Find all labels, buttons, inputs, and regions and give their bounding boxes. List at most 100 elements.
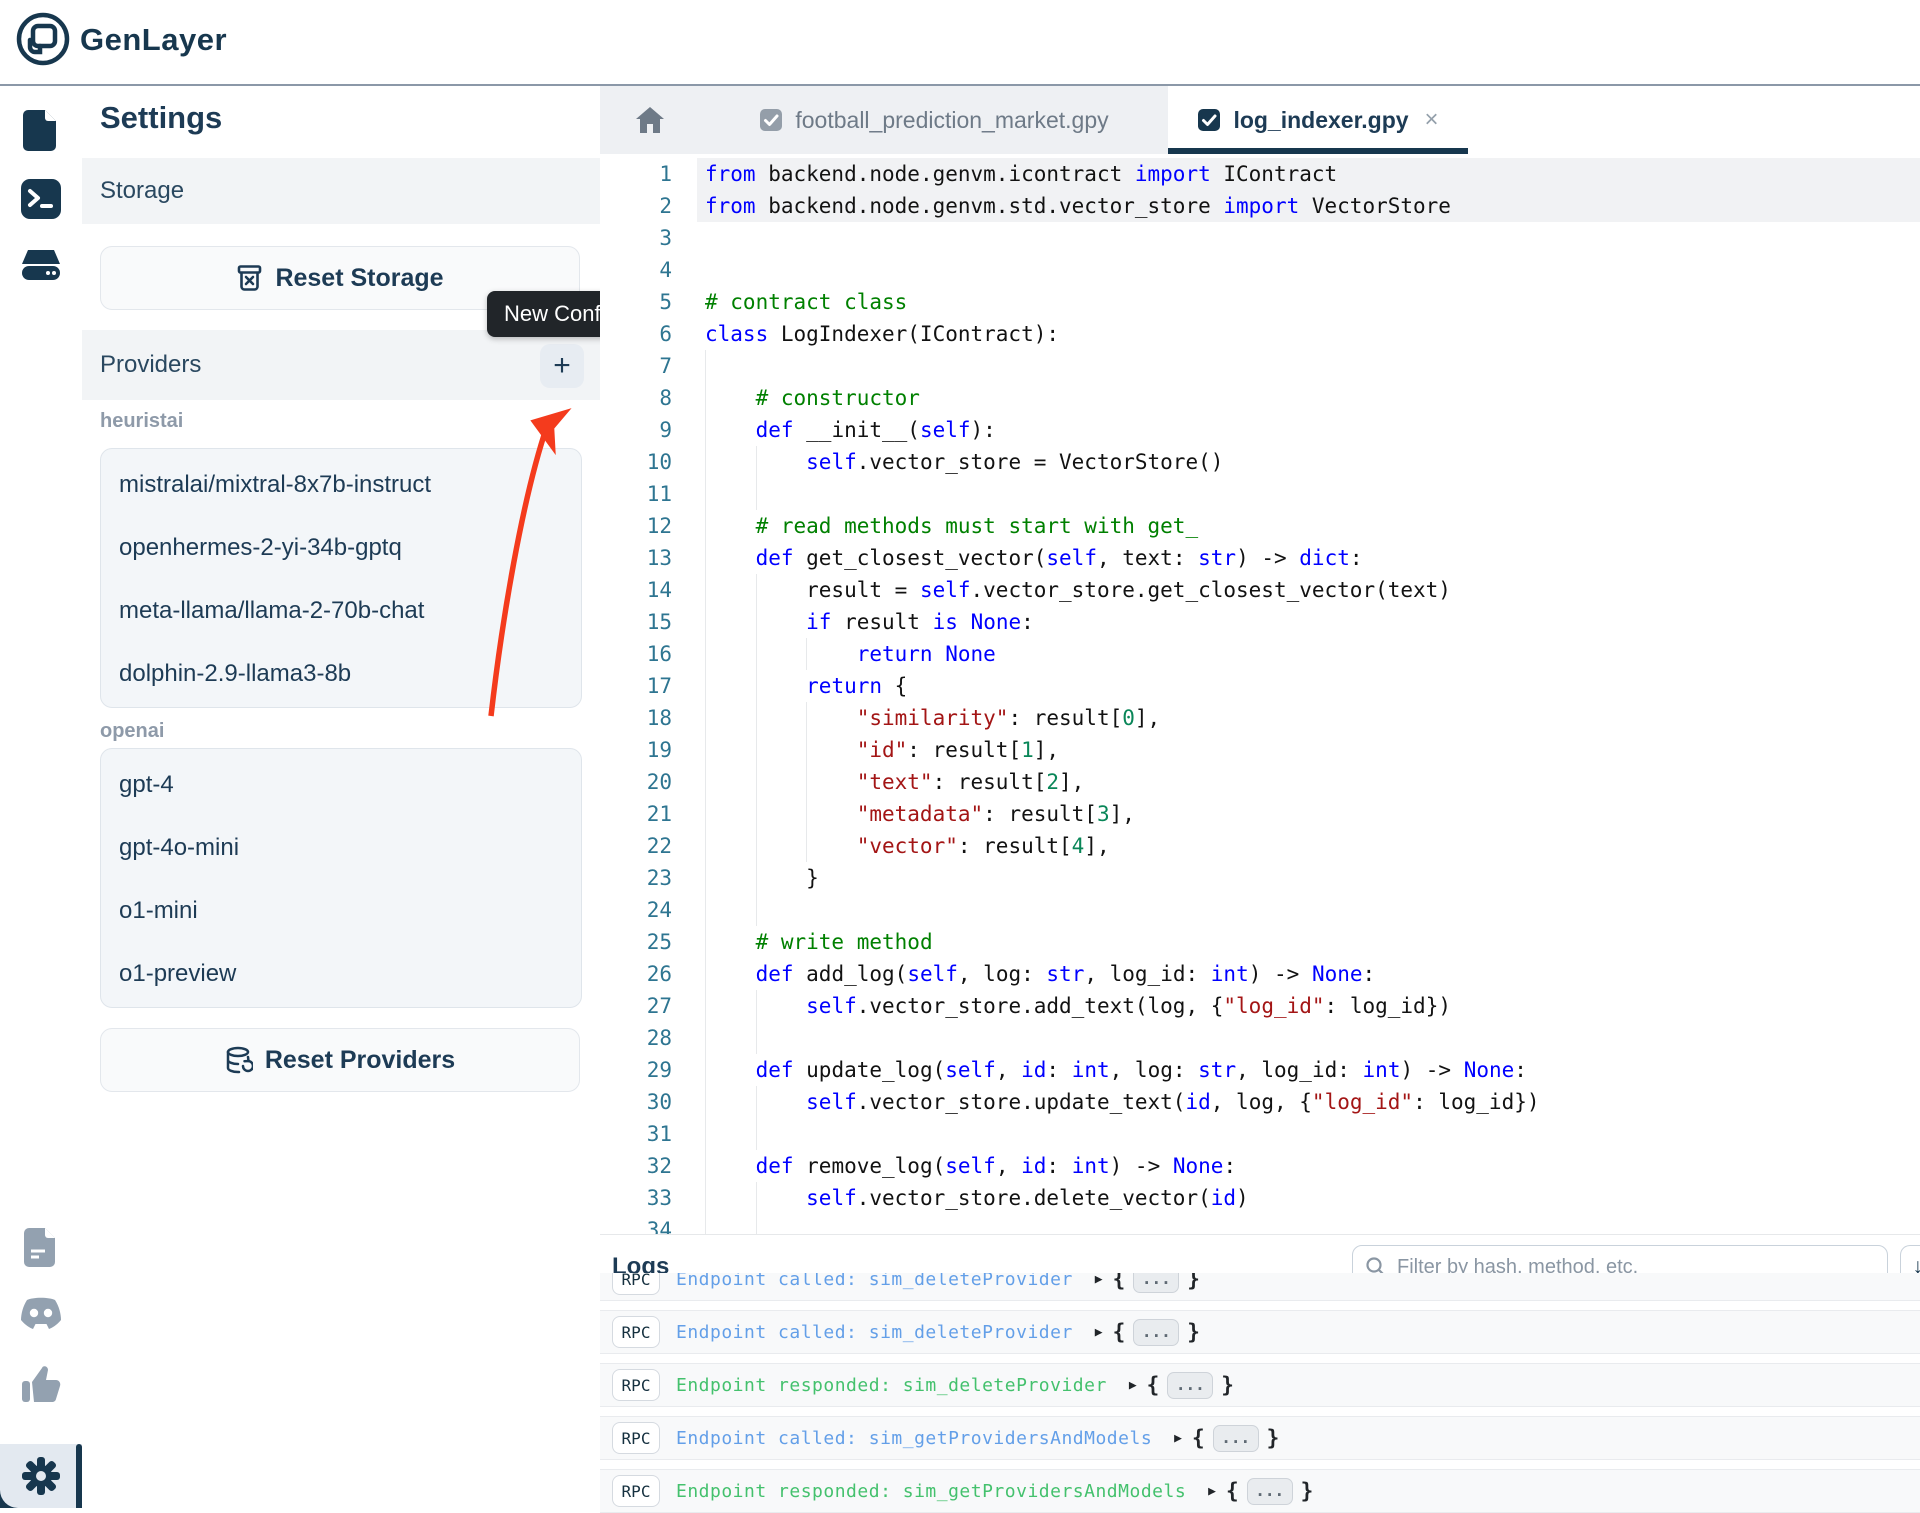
docs-icon[interactable]: [23, 1226, 59, 1268]
log-message: Endpoint called: sim_getProvidersAndMode…: [676, 1428, 1152, 1449]
code-line-5: 5# contract class: [600, 286, 1920, 318]
expand-json-ellipsis-button[interactable]: ...: [1167, 1372, 1213, 1399]
brand-title: GenLayer: [80, 22, 227, 58]
code-editor: football_prediction_market.gpy log_index…: [600, 86, 1920, 1234]
model-item-mistralai/mixtral-8x7b-instruct[interactable]: mistralai/mixtral-8x7b-instruct: [101, 453, 581, 516]
code-line-9: 9 def __init__(self):: [600, 414, 1920, 446]
model-item-gpt-4o-mini[interactable]: gpt-4o-mini: [101, 816, 581, 879]
code-line-10: 10 self.vector_store = VectorStore(): [600, 446, 1920, 478]
code-text: # write method: [705, 926, 933, 958]
line-number: 12: [600, 510, 672, 542]
expand-json-ellipsis-button[interactable]: ...: [1213, 1425, 1259, 1452]
code-line-27: 27 self.vector_store.add_text(log, {"log…: [600, 990, 1920, 1022]
expand-json-ellipsis-button[interactable]: ...: [1133, 1273, 1179, 1293]
code-text: result = self.vector_store.get_closest_v…: [705, 574, 1451, 606]
expand-triangle-icon[interactable]: ▶: [1129, 1378, 1137, 1393]
code-text: return None: [705, 638, 996, 670]
code-text: "id": result[1],: [705, 734, 1059, 766]
discord-icon[interactable]: [19, 1296, 63, 1330]
storage-label: Storage: [100, 177, 184, 205]
storage-drive-icon[interactable]: [19, 244, 63, 288]
trash-box-icon: [236, 265, 263, 292]
line-number: 3: [600, 222, 672, 254]
indent-guide: [705, 478, 706, 510]
add-provider-config-button[interactable]: +: [540, 344, 584, 388]
expand-triangle-icon[interactable]: ▶: [1208, 1484, 1216, 1499]
code-text: if result is None:: [705, 606, 1034, 638]
openai-model-list: gpt-4gpt-4o-minio1-minio1-preview: [100, 748, 582, 1008]
home-icon: [635, 106, 665, 134]
code-line-3: 3: [600, 222, 1920, 254]
line-number: 11: [600, 478, 672, 510]
log-row-called-3[interactable]: RPCEndpoint called: sim_getProvidersAndM…: [600, 1416, 1920, 1460]
model-item-meta-llama/llama-2-70b-chat[interactable]: meta-llama/llama-2-70b-chat: [101, 579, 581, 642]
code-line-15: 15 if result is None:: [600, 606, 1920, 638]
line-number: 31: [600, 1118, 672, 1150]
home-tab-button[interactable]: [600, 86, 700, 154]
indent-guide: [756, 478, 757, 510]
code-line-19: 19 "id": result[1],: [600, 734, 1920, 766]
log-row-called-0[interactable]: RPCEndpoint called: sim_deleteProvider▶{…: [600, 1273, 1920, 1301]
tab-log-indexer[interactable]: log_indexer.gpy ×: [1168, 86, 1468, 154]
code-line-18: 18 "similarity": result[0],: [600, 702, 1920, 734]
expand-json-ellipsis-button[interactable]: ...: [1247, 1478, 1293, 1505]
line-number: 14: [600, 574, 672, 606]
code-text: def update_log(self, id: int, log: str, …: [705, 1054, 1527, 1086]
expand-triangle-icon[interactable]: ▶: [1174, 1431, 1182, 1446]
close-tab-icon[interactable]: ×: [1425, 106, 1439, 134]
model-item-dolphin-2.9-llama3-8b[interactable]: dolphin-2.9-llama3-8b: [101, 642, 581, 705]
line-number: 6: [600, 318, 672, 350]
log-row-called-1[interactable]: RPCEndpoint called: sim_deleteProvider▶{…: [600, 1310, 1920, 1354]
line-number: 9: [600, 414, 672, 446]
feedback-thumbs-up-icon[interactable]: [20, 1364, 62, 1404]
expand-json-ellipsis-button[interactable]: ...: [1133, 1319, 1179, 1346]
tab-football-prediction-market[interactable]: football_prediction_market.gpy: [700, 86, 1168, 154]
model-item-openhermes-2-yi-34b-gptq[interactable]: openhermes-2-yi-34b-gptq: [101, 516, 581, 579]
code-line-23: 23 }: [600, 862, 1920, 894]
log-row-responded-2[interactable]: RPCEndpoint responded: sim_deleteProvide…: [600, 1363, 1920, 1407]
line-number: 19: [600, 734, 672, 766]
code-line-2: 2from backend.node.genvm.std.vector_stor…: [600, 190, 1920, 222]
code-text: self.vector_store = VectorStore(): [705, 446, 1223, 478]
code-line-25: 25 # write method: [600, 926, 1920, 958]
code-line-24: 24: [600, 894, 1920, 926]
expand-triangle-icon[interactable]: ▶: [1095, 1325, 1103, 1340]
code-content[interactable]: 1from backend.node.genvm.icontract impor…: [600, 154, 1920, 1234]
code-line-30: 30 self.vector_store.update_text(id, log…: [600, 1086, 1920, 1118]
indent-guide: [756, 1118, 757, 1150]
expand-triangle-icon[interactable]: ▶: [1095, 1273, 1103, 1287]
code-text: "text": result[2],: [705, 766, 1084, 798]
code-text: def add_log(self, log: str, log_id: int)…: [705, 958, 1375, 990]
code-text: return {: [705, 670, 907, 702]
brace-close: }: [1267, 1426, 1280, 1450]
code-text: # read methods must start with get_: [705, 510, 1198, 542]
line-number: 7: [600, 350, 672, 382]
code-line-12: 12 # read methods must start with get_: [600, 510, 1920, 542]
code-text: # contract class: [705, 286, 907, 318]
code-text: from backend.node.genvm.icontract import…: [705, 158, 1337, 190]
log-row-responded-4[interactable]: RPCEndpoint responded: sim_getProvidersA…: [600, 1469, 1920, 1513]
provider-group-openai: openai: [100, 720, 164, 743]
sidebar-item-settings[interactable]: [0, 1444, 82, 1508]
line-number: 33: [600, 1182, 672, 1214]
model-item-o1-preview[interactable]: o1-preview: [101, 942, 581, 1005]
code-text: "similarity": result[0],: [705, 702, 1160, 734]
model-item-gpt-4[interactable]: gpt-4: [101, 753, 581, 816]
code-line-11: 11: [600, 478, 1920, 510]
code-line-34: 34: [600, 1214, 1920, 1234]
code-text: # constructor: [705, 382, 920, 414]
code-line-14: 14 result = self.vector_store.get_closes…: [600, 574, 1920, 606]
reset-providers-button[interactable]: Reset Providers: [100, 1028, 580, 1092]
contracts-file-icon[interactable]: [22, 108, 60, 152]
log-message: Endpoint called: sim_deleteProvider: [676, 1322, 1073, 1343]
line-number: 16: [600, 638, 672, 670]
code-text: from backend.node.genvm.std.vector_store…: [705, 190, 1451, 222]
model-item-o1-mini[interactable]: o1-mini: [101, 879, 581, 942]
line-number: 25: [600, 926, 672, 958]
line-number: 10: [600, 446, 672, 478]
terminal-icon[interactable]: [20, 178, 62, 220]
providers-section-header: Providers +: [82, 330, 600, 400]
brace-close: }: [1187, 1273, 1200, 1291]
code-line-22: 22 "vector": result[4],: [600, 830, 1920, 862]
rpc-badge: RPC: [612, 1369, 660, 1401]
